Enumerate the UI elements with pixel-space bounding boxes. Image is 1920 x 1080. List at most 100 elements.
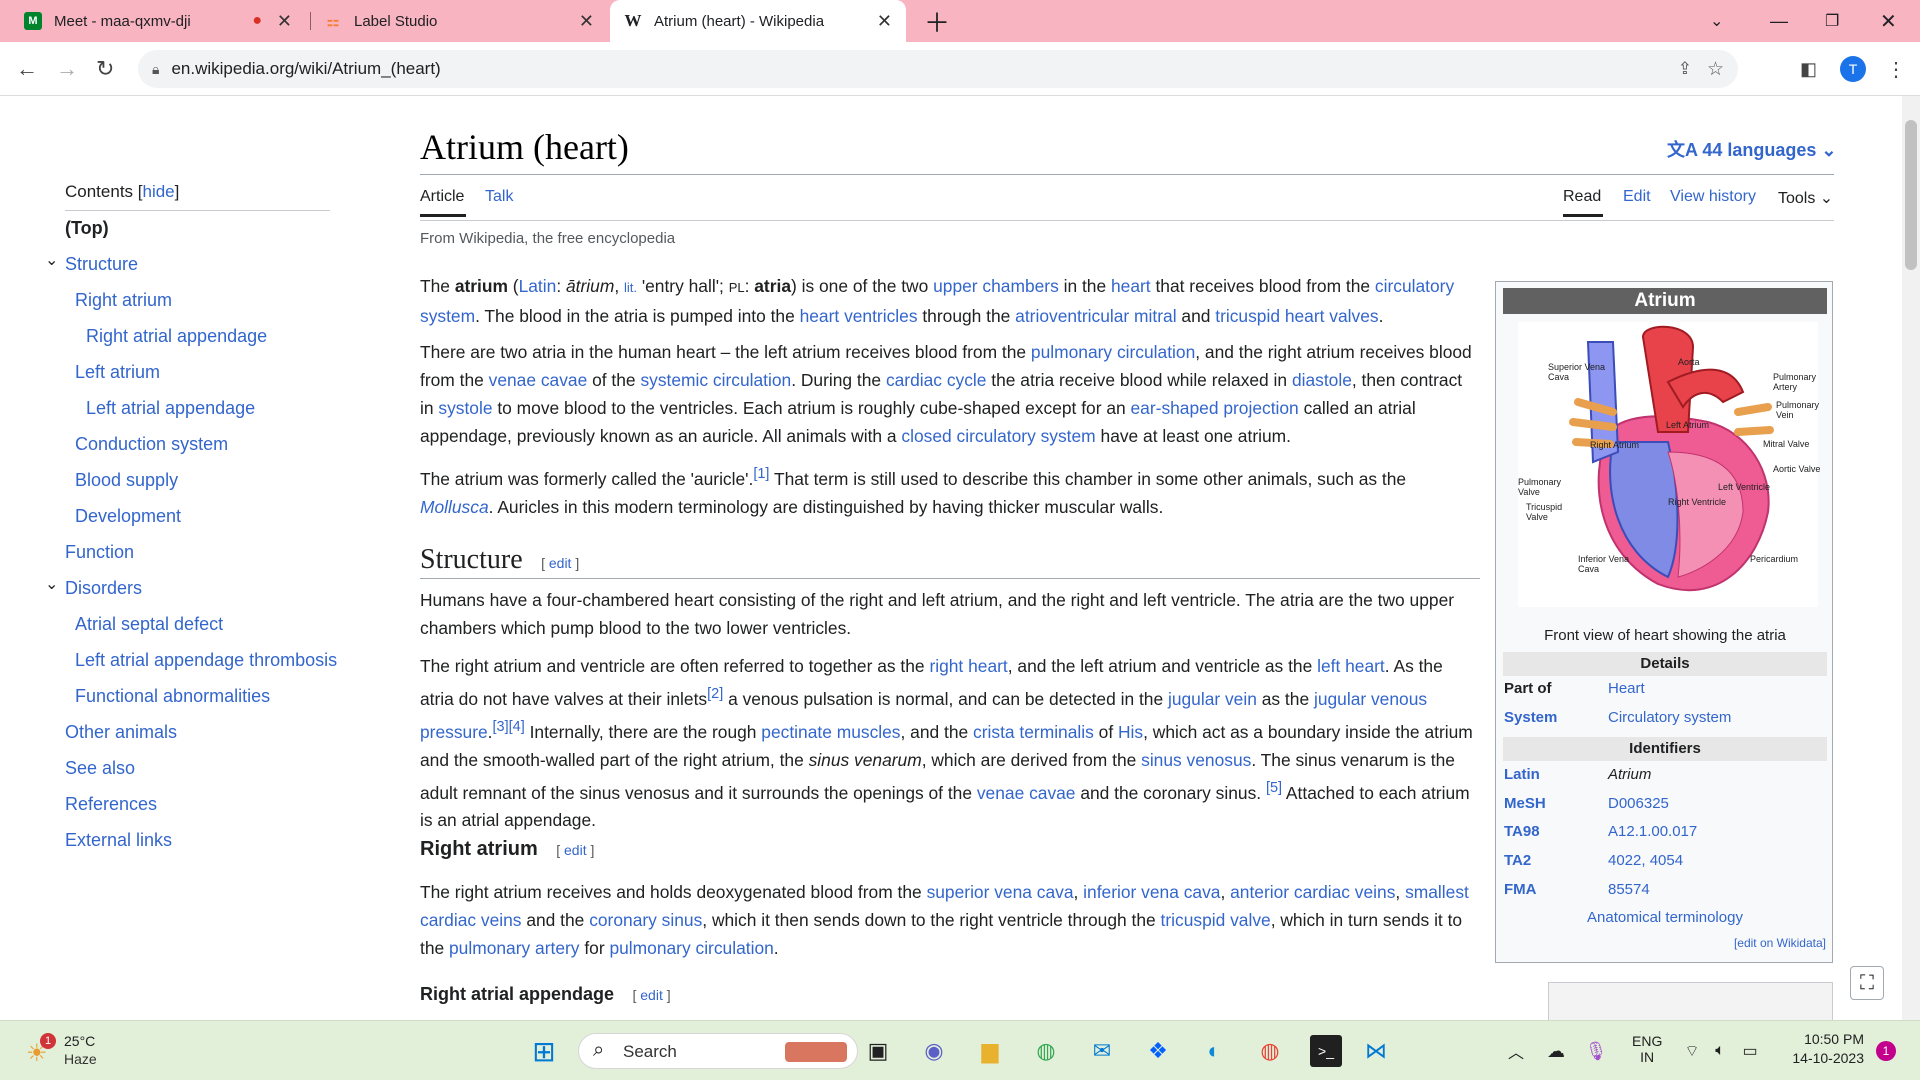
tab-talk[interactable]: Talk bbox=[485, 188, 513, 206]
toc-item[interactable]: Conduction system bbox=[75, 434, 228, 455]
fma-label[interactable]: FMA bbox=[1504, 881, 1537, 898]
toc-item[interactable]: Function bbox=[65, 542, 134, 563]
chevron-down-icon[interactable]: ⌄ bbox=[45, 250, 58, 270]
edit-section-link[interactable]: edit bbox=[640, 987, 663, 1003]
battery-icon[interactable]: ▭ bbox=[1734, 1035, 1766, 1067]
tab-edit[interactable]: Edit bbox=[1623, 188, 1651, 206]
toc-item[interactable]: See also bbox=[65, 758, 135, 779]
windows-start-icon[interactable]: ⊞ bbox=[528, 1035, 560, 1067]
toc-item[interactable]: Left atrial appendage thrombosis bbox=[75, 650, 337, 671]
toc-item[interactable]: Development bbox=[75, 506, 181, 527]
weather-widget[interactable]: ☀︎ 1 25°C Haze bbox=[22, 1031, 142, 1071]
toc-item[interactable]: External links bbox=[65, 830, 172, 851]
lock-icon: 🔒︎ bbox=[152, 60, 160, 77]
chevron-down-icon[interactable]: ⌄ bbox=[45, 574, 58, 594]
toc-item[interactable]: Disorders bbox=[65, 578, 142, 599]
notification-badge[interactable]: 1 bbox=[1876, 1041, 1896, 1061]
show-hidden-icons[interactable]: ︿ bbox=[1500, 1035, 1532, 1067]
latin-label[interactable]: Latin bbox=[1504, 766, 1540, 783]
teams-chat-icon[interactable]: ◉ bbox=[918, 1035, 950, 1067]
toc-item[interactable]: (Top) bbox=[65, 218, 109, 239]
tab-view-history[interactable]: View history bbox=[1670, 188, 1756, 206]
translate-icon: 文A bbox=[1667, 140, 1698, 160]
toc-item[interactable]: Other animals bbox=[65, 722, 177, 743]
tab-search-icon[interactable]: ⌄ bbox=[1710, 0, 1723, 42]
tab-meet[interactable]: M Meet - maa-qxmv-dji ● ✕ bbox=[14, 0, 306, 42]
toc-item[interactable]: Functional abnormalities bbox=[75, 686, 270, 707]
onedrive-icon[interactable]: ☁ bbox=[1540, 1035, 1572, 1067]
volume-icon[interactable]: 🔈︎ bbox=[1704, 1035, 1736, 1067]
forward-icon[interactable]: → bbox=[56, 42, 78, 96]
fma-link[interactable]: 85574 bbox=[1608, 881, 1650, 898]
toc-item[interactable]: Right atrium bbox=[75, 290, 172, 311]
system-link[interactable]: Circulatory system bbox=[1608, 709, 1731, 726]
profile-avatar[interactable]: T bbox=[1840, 42, 1866, 96]
close-tab-icon[interactable]: ✕ bbox=[579, 11, 594, 32]
toc-item[interactable]: Right atrial appendage bbox=[86, 326, 267, 347]
part-of-link[interactable]: Heart bbox=[1608, 680, 1645, 697]
mesh-link[interactable]: D006325 bbox=[1608, 795, 1669, 812]
clock[interactable]: 10:50 PM 14-10-2023 bbox=[1780, 1031, 1864, 1066]
bookmark-star-icon[interactable]: ☆ bbox=[1707, 58, 1724, 81]
ta98-label[interactable]: TA98 bbox=[1504, 823, 1540, 840]
side-panel-icon[interactable]: ◧ bbox=[1800, 42, 1817, 96]
language-indicator[interactable]: ENG IN bbox=[1632, 1033, 1662, 1065]
toc-item[interactable]: Structure bbox=[65, 254, 138, 275]
tools-menu[interactable]: Tools ⌄ bbox=[1778, 188, 1833, 208]
back-icon[interactable]: ← bbox=[16, 42, 38, 96]
close-tab-icon[interactable]: ✕ bbox=[877, 11, 892, 32]
language-button[interactable]: 文A 44 languages ⌄ bbox=[1667, 136, 1837, 162]
terminal-icon[interactable]: >_ bbox=[1310, 1035, 1342, 1067]
edit-section-link[interactable]: edit bbox=[549, 555, 572, 571]
toc-hide-link[interactable]: hide bbox=[143, 182, 175, 201]
vscode-icon[interactable]: ⋈ bbox=[1360, 1035, 1392, 1067]
file-explorer-icon[interactable]: ▆ bbox=[974, 1035, 1006, 1067]
ta98-link[interactable]: A12.1.00.017 bbox=[1608, 823, 1697, 840]
mesh-label[interactable]: MeSH bbox=[1504, 795, 1546, 812]
close-tab-icon[interactable]: ✕ bbox=[277, 11, 292, 32]
section-right-atrium-heading: Right atrium [ edit ] bbox=[420, 838, 595, 860]
chrome-icon[interactable]: ◍ bbox=[1030, 1035, 1062, 1067]
scrollbar[interactable] bbox=[1902, 96, 1920, 1020]
menu-icon[interactable]: ⋮ bbox=[1886, 42, 1906, 96]
diagram-label: Pulmonary Vein bbox=[1776, 400, 1820, 420]
tab-article[interactable]: Article bbox=[420, 188, 464, 206]
tab-label-studio[interactable]: ⚏ Label Studio ✕ bbox=[312, 0, 608, 42]
taskbar-search[interactable]: ⌕ Search bbox=[578, 1033, 858, 1069]
ta2-label[interactable]: TA2 bbox=[1504, 852, 1531, 869]
anatomical-terminology-link[interactable]: Anatomical terminology bbox=[1496, 909, 1834, 926]
edge-icon[interactable]: ◐ bbox=[1198, 1035, 1230, 1067]
share-icon[interactable]: ⇪ bbox=[1678, 59, 1692, 79]
edit-on-wikidata-link[interactable]: [edit on Wikidata] bbox=[1734, 936, 1826, 950]
toc-item[interactable]: Left atrial appendage bbox=[86, 398, 255, 419]
toc-item[interactable]: Atrial septal defect bbox=[75, 614, 223, 635]
recording-icon: ● bbox=[252, 12, 262, 29]
microphone-icon[interactable]: 🎙︎ bbox=[1580, 1035, 1612, 1067]
new-tab-button[interactable]: ＋ bbox=[924, 0, 950, 42]
toc-item[interactable]: References bbox=[65, 794, 157, 815]
diagram-label: Left Atrium bbox=[1666, 420, 1710, 430]
address-bar[interactable]: 🔒︎ en.wikipedia.org/wiki/Atrium_(heart) … bbox=[138, 50, 1738, 88]
close-window-icon[interactable]: ✕ bbox=[1880, 0, 1897, 42]
task-view-icon[interactable]: ▣ bbox=[862, 1035, 894, 1067]
next-image[interactable] bbox=[1548, 982, 1833, 1020]
edit-section-link[interactable]: edit bbox=[564, 842, 587, 858]
maximize-icon[interactable]: ❐ bbox=[1825, 0, 1839, 42]
reload-icon[interactable]: ↻ bbox=[96, 42, 114, 96]
toc-item[interactable]: Left atrium bbox=[75, 362, 160, 383]
paragraph-right-atrium: The right atrium receives and holds deox… bbox=[420, 882, 1469, 958]
mail-icon[interactable]: ✉ bbox=[1086, 1035, 1118, 1067]
chrome-profile-icon[interactable]: ◍ bbox=[1254, 1035, 1286, 1067]
paragraph-auricle: The atrium was formerly called the 'auri… bbox=[420, 466, 1407, 517]
latin-value: Atrium bbox=[1608, 766, 1652, 783]
toc-item[interactable]: Blood supply bbox=[75, 470, 178, 491]
dropbox-icon[interactable]: ❖ bbox=[1142, 1035, 1174, 1067]
minimize-icon[interactable]: — bbox=[1770, 0, 1788, 42]
diagram-label: Pulmonary Valve bbox=[1518, 477, 1562, 497]
tab-read[interactable]: Read bbox=[1563, 188, 1601, 206]
fullscreen-icon[interactable]: ⛶ bbox=[1850, 966, 1884, 1000]
ta2-link[interactable]: 4022, 4054 bbox=[1608, 852, 1683, 869]
system-label[interactable]: System bbox=[1504, 709, 1557, 726]
tab-wikipedia[interactable]: W Atrium (heart) - Wikipedia ✕ bbox=[610, 0, 906, 42]
search-icon: ⌕ bbox=[593, 1039, 605, 1061]
